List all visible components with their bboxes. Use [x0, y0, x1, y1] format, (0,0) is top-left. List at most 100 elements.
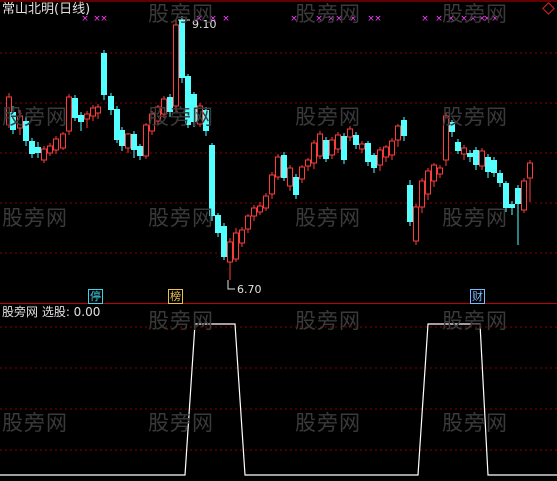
low-price-leader [227, 280, 235, 290]
candle-body-down [29, 141, 35, 154]
candle-body-down [491, 160, 497, 173]
candle-body-down [503, 183, 509, 208]
candle-body-up [287, 167, 293, 187]
event-tag-text: 停 [90, 290, 101, 303]
watermark: 股旁网 [148, 2, 214, 26]
candle-body-up [53, 138, 59, 151]
candle-body-up [305, 159, 311, 167]
watermark: 股旁网 [295, 2, 361, 26]
candle-body-down [341, 136, 347, 160]
candle-body-down [108, 96, 114, 110]
candle-body-down [35, 147, 41, 153]
candle-body-up [239, 229, 245, 244]
candle-body-up [275, 156, 281, 178]
candle-body-up [377, 149, 383, 166]
candle-body-up [383, 146, 389, 158]
watermark: 股旁网 [148, 309, 214, 333]
event-tag-halt[interactable]: 停 [88, 289, 103, 304]
candle-body-down [509, 204, 515, 208]
candle-body-down [515, 188, 521, 204]
candle-body-down [137, 146, 143, 156]
magenta-x-icon: × [421, 14, 429, 24]
candle-body-up [47, 145, 53, 154]
watermark: 股旁网 [2, 411, 68, 435]
candle-body-up [419, 180, 425, 208]
candle-body-down [371, 155, 377, 168]
candle-body-up [269, 174, 275, 195]
watermark: 股旁网 [148, 206, 214, 230]
chart-window[interactable]: × × × × × × × × × × × × × × × × × × × × × 常山北明(日线) 9.10 6.70… [0, 0, 557, 481]
candle-body-up [233, 232, 239, 260]
candle-body-up [41, 148, 47, 161]
candle-body-down [473, 150, 479, 165]
candle-body-down [455, 142, 461, 151]
candle-body-up [263, 195, 269, 209]
candle-body-down [72, 98, 78, 118]
watermark: 股旁网 [148, 105, 214, 129]
candle-body-up [245, 215, 251, 230]
candle-body-up [413, 206, 419, 242]
candle-body-down [215, 215, 221, 233]
event-tag-text: 榜 [170, 290, 181, 303]
candle-body-down [467, 153, 473, 157]
candle-body-down [353, 135, 359, 145]
watermark: 股旁网 [295, 411, 361, 435]
chart-title: 常山北明(日线) [2, 2, 91, 17]
watermark: 股旁网 [2, 206, 68, 230]
indicator-signal-line [0, 323, 557, 476]
candle-body-up [317, 133, 323, 157]
candle-body-down [497, 173, 503, 183]
candle-body-down [293, 177, 299, 195]
candle-body-down [323, 140, 329, 159]
candle-body-up [437, 167, 443, 175]
watermark: 股旁网 [295, 105, 361, 129]
watermark: 股旁网 [295, 309, 361, 333]
candle-body-up [395, 125, 401, 141]
candlestick-chart[interactable]: × × × × × × × × × × × × × × × × × × ×× × [0, 0, 557, 481]
price-low-label: 6.70 [237, 283, 262, 296]
candle-body-up [347, 128, 353, 138]
candle-body-up [143, 124, 149, 157]
candle-body-up [90, 107, 96, 117]
candle-body-up [479, 150, 485, 167]
candle-body-down [485, 157, 491, 172]
watermark: 股旁网 [442, 105, 508, 129]
candle-body-up [60, 133, 66, 149]
event-tag-ranking[interactable]: 榜 [168, 289, 183, 304]
candle-body-up [257, 205, 263, 213]
watermark: 股旁网 [148, 411, 214, 435]
candle-body-down [101, 53, 107, 95]
candle-body-up [389, 140, 395, 156]
candle-body-down [179, 20, 185, 78]
candle-body-up [425, 170, 431, 195]
watermark: 股旁网 [442, 2, 508, 26]
candle-body-up [299, 166, 305, 180]
indicator-label: 股旁网 选股: 0.00 [2, 305, 101, 319]
candle-body-down [407, 185, 413, 222]
candle-body-up [95, 106, 101, 114]
candle-body-up [227, 241, 233, 263]
candle-body-up [84, 113, 90, 120]
candle-body-up [251, 207, 257, 217]
watermark: 股旁网 [442, 309, 508, 333]
candle-body-down [281, 155, 287, 178]
candle-body-down [401, 120, 407, 136]
watermark: 股旁网 [442, 411, 508, 435]
candle-body-up [311, 142, 317, 164]
candle-body-up [359, 143, 365, 150]
candle-body-up [461, 147, 467, 155]
watermark: 股旁网 [442, 206, 508, 230]
magenta-x-icon: × [222, 14, 230, 24]
candle-body-down [78, 115, 84, 122]
event-tag-finance[interactable]: 财 [470, 289, 485, 304]
candle-body-up [431, 164, 437, 182]
watermark: 股旁网 [2, 105, 68, 129]
magenta-x-icon: × [100, 14, 108, 24]
candle-body-down [131, 134, 137, 150]
candle-body-up [173, 24, 179, 107]
candle-body-up [125, 133, 131, 149]
magenta-x-icon: × [374, 14, 382, 24]
candle-body-up [521, 180, 527, 211]
candle-body-down [365, 143, 371, 162]
candle-body-down [221, 226, 227, 257]
